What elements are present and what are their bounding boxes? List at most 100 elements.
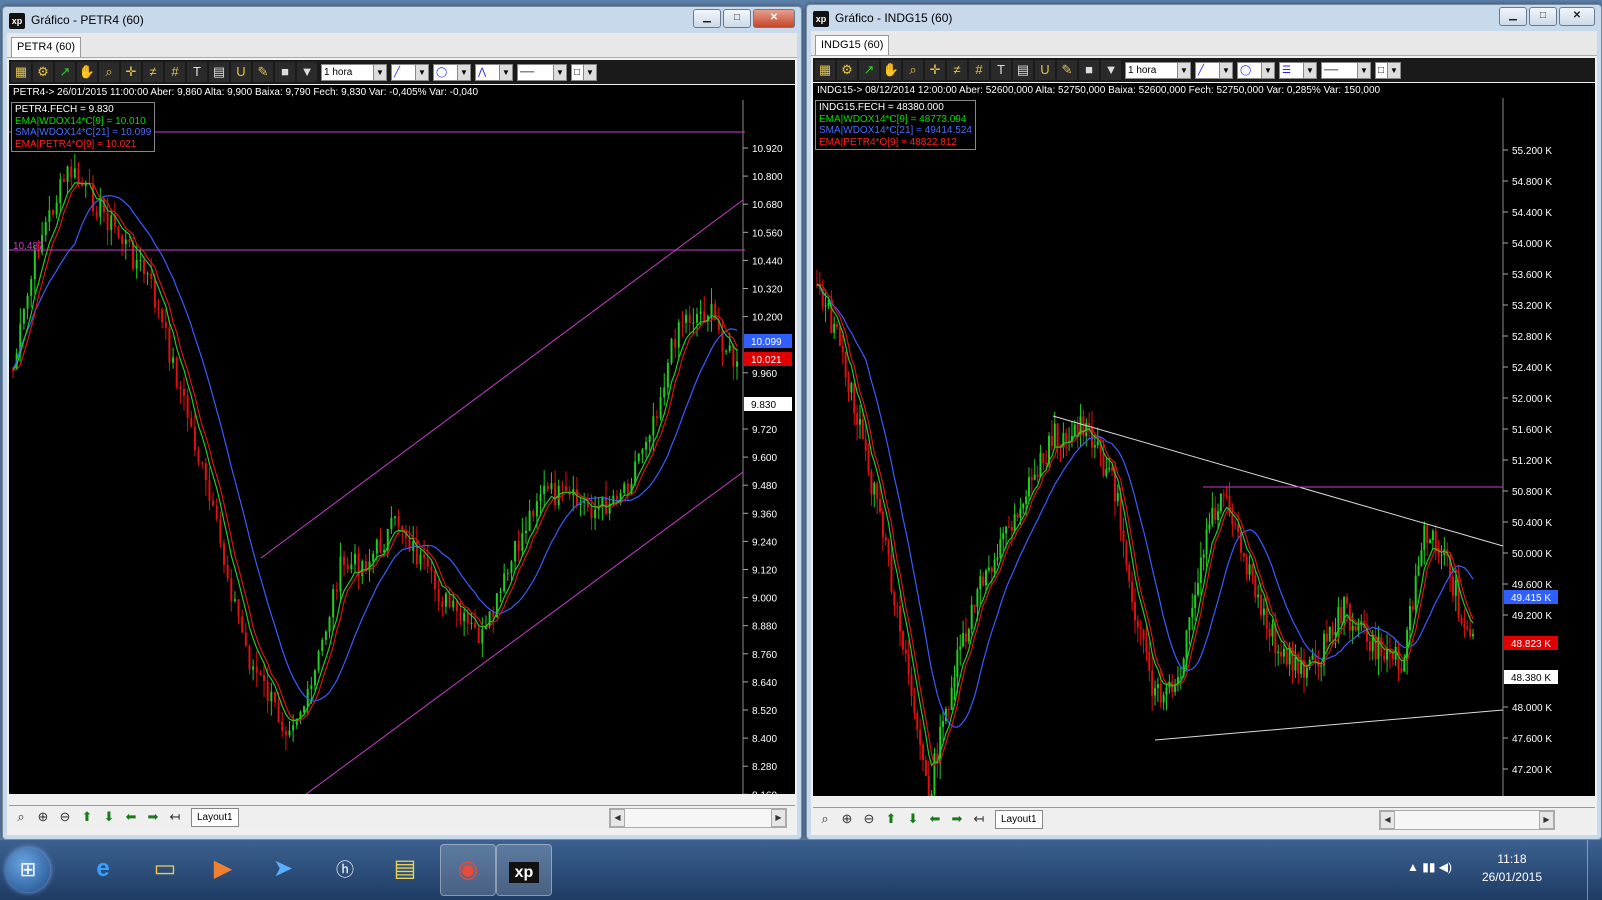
tab-petr4[interactable]: PETR4 (60) (11, 37, 82, 57)
stack-app-icon[interactable]: ▤ (378, 844, 432, 894)
line-style-select[interactable]: ── ▼ (1321, 61, 1371, 79)
arrow-up-icon[interactable]: ⬆ (881, 810, 901, 828)
hand-icon[interactable]: ✋ (77, 62, 97, 82)
start-button[interactable]: ⊞ (6, 848, 50, 892)
system-tray-icons[interactable]: ▲ ▮▮ ◀) (1407, 860, 1452, 874)
line-tool-select[interactable]: ╱ ▼ (391, 63, 429, 81)
layout-tab[interactable]: Layout1 (191, 807, 239, 827)
fibonacci-icon[interactable]: ≠ (143, 62, 163, 82)
chart-type-icon[interactable]: ▦ (11, 62, 31, 82)
calculator-icon[interactable]: ▤ (1013, 60, 1033, 80)
minimize-button[interactable]: ▁ (693, 9, 721, 28)
hp-icon[interactable]: ⓗ (318, 844, 372, 894)
candle-body (1403, 661, 1406, 672)
candle-body (615, 495, 618, 503)
close-button[interactable]: ✕ (753, 9, 795, 28)
price-chart-petr4[interactable]: 10.920 10.800 10.680 10.560 10.440 10.320 10.2… (9, 100, 795, 794)
arrow-up-icon[interactable]: ⬆ (77, 808, 97, 826)
calculator-icon[interactable]: ▤ (209, 62, 229, 82)
zoom-reset-icon[interactable]: ⌕ (815, 810, 835, 828)
zoom-area-icon[interactable]: ⌕ (903, 60, 923, 80)
period-select[interactable]: 1 hora ▼ (1125, 61, 1191, 79)
pitchfork-tool-select[interactable]: ⋀ ▼ (475, 63, 513, 81)
zoom-area-icon[interactable]: ⌕ (99, 62, 119, 82)
candle-body (594, 509, 597, 519)
color-select[interactable]: □ ▼ (1375, 61, 1401, 79)
title-bar[interactable]: xp Gráfico - INDG15 (60) ▁ □ ✕ (807, 5, 1601, 31)
internet-explorer-icon[interactable]: e (76, 844, 130, 894)
chart-window-indg15[interactable]: xp Gráfico - INDG15 (60) ▁ □ ✕ INDG15 (6… (806, 4, 1602, 840)
lock-icon[interactable]: ■ (1079, 60, 1099, 80)
media-player-icon[interactable]: ▶ (196, 844, 250, 894)
gear-icon[interactable]: ⚙ (837, 60, 857, 80)
indicator-icon[interactable]: ↗ (859, 60, 879, 80)
chart-type-icon[interactable]: ▦ (815, 60, 835, 80)
filter-icon[interactable]: ▼ (1101, 60, 1121, 80)
eraser-icon[interactable]: ✎ (1057, 60, 1077, 80)
show-desktop-button[interactable] (1587, 840, 1602, 900)
maximize-button[interactable]: □ (723, 9, 751, 28)
period-select[interactable]: 1 hora ▼ (321, 63, 387, 81)
color-select[interactable]: □ ▼ (571, 63, 597, 81)
clock[interactable]: 11:18 26/01/2015 (1482, 850, 1542, 886)
title-bar[interactable]: xp Gráfico - PETR4 (60) ▁ □ ✕ (3, 7, 801, 33)
candle-body (1033, 474, 1036, 480)
lock-icon[interactable]: ■ (275, 62, 295, 82)
shape-tool-select[interactable]: ◯ ▼ (433, 63, 471, 81)
channel-tool-select[interactable]: ☰ ▼ (1279, 61, 1317, 79)
candle-body (1042, 453, 1045, 464)
crosshair-icon[interactable]: ✛ (121, 62, 141, 82)
ema-open-line (817, 283, 1474, 767)
line-style-select[interactable]: ── ▼ (517, 63, 567, 81)
candle-body (1345, 596, 1348, 604)
shape-tool-select[interactable]: ◯ ▼ (1237, 61, 1275, 79)
go-to-end-icon[interactable]: ↤ (165, 808, 185, 826)
minimize-button[interactable]: ▁ (1499, 7, 1527, 26)
close-button[interactable]: ✕ (1559, 7, 1595, 26)
arrow-down-icon[interactable]: ⬇ (99, 808, 119, 826)
chart-window-petr4[interactable]: xp Gráfico - PETR4 (60) ▁ □ ✕ PETR4 (60)… (2, 6, 802, 840)
xp-app-taskbar-icon[interactable]: xp (496, 844, 552, 896)
magnet-icon[interactable]: U (231, 62, 251, 82)
arrow-left-icon[interactable]: ⬅ (925, 810, 945, 828)
zoom-out-icon[interactable]: ⊖ (55, 808, 75, 826)
grid-icon[interactable]: # (165, 62, 185, 82)
filter-icon[interactable]: ▼ (297, 62, 317, 82)
line-tool-select[interactable]: ╱ ▼ (1195, 61, 1233, 79)
eraser-icon[interactable]: ✎ (253, 62, 273, 82)
arrow-left-icon[interactable]: ⬅ (121, 808, 141, 826)
scroll-left-icon[interactable]: ◀ (610, 809, 625, 827)
tab-indg15[interactable]: INDG15 (60) (815, 35, 890, 55)
crosshair-icon[interactable]: ✛ (925, 60, 945, 80)
text-icon[interactable]: T (187, 62, 207, 82)
fibonacci-icon[interactable]: ≠ (947, 60, 967, 80)
go-to-end-icon[interactable]: ↤ (969, 810, 989, 828)
scroll-left-icon[interactable]: ◀ (1380, 811, 1395, 829)
arrow-right-icon[interactable]: ➡ (947, 810, 967, 828)
arrow-right-icon[interactable]: ➡ (143, 808, 163, 826)
indicator-icon[interactable]: ↗ (55, 62, 75, 82)
network-app-icon[interactable]: ➤ (256, 844, 310, 894)
chart-canvas[interactable]: 10.920 10.800 10.680 10.560 10.440 10.320 10.2… (9, 100, 795, 794)
scroll-right-icon[interactable]: ▶ (771, 809, 786, 827)
layout-tab[interactable]: Layout1 (995, 809, 1043, 829)
zoom-in-icon[interactable]: ⊕ (837, 810, 857, 828)
chart-canvas[interactable]: 55.200 K 54.800 K 54.400 K 54.000 K 53.600 K… (813, 98, 1595, 796)
candle-body (208, 480, 211, 501)
text-icon[interactable]: T (991, 60, 1011, 80)
gear-icon[interactable]: ⚙ (33, 62, 53, 82)
file-explorer-icon[interactable]: ▭ (138, 844, 192, 894)
zoom-out-icon[interactable]: ⊖ (859, 810, 879, 828)
arrow-down-icon[interactable]: ⬇ (903, 810, 923, 828)
chrome-icon[interactable]: ◉ (440, 844, 496, 896)
scroll-right-icon[interactable]: ▶ (1539, 811, 1554, 829)
horizontal-scrollbar[interactable]: ◀ ▶ (609, 808, 787, 828)
hand-icon[interactable]: ✋ (881, 60, 901, 80)
price-chart-indg15[interactable]: 55.200 K 54.800 K 54.400 K 54.000 K 53.600 K… (813, 98, 1595, 796)
horizontal-scrollbar[interactable]: ◀ ▶ (1379, 810, 1555, 830)
grid-icon[interactable]: # (969, 60, 989, 80)
maximize-button[interactable]: □ (1529, 7, 1557, 26)
zoom-reset-icon[interactable]: ⌕ (11, 808, 31, 826)
zoom-in-icon[interactable]: ⊕ (33, 808, 53, 826)
magnet-icon[interactable]: U (1035, 60, 1055, 80)
